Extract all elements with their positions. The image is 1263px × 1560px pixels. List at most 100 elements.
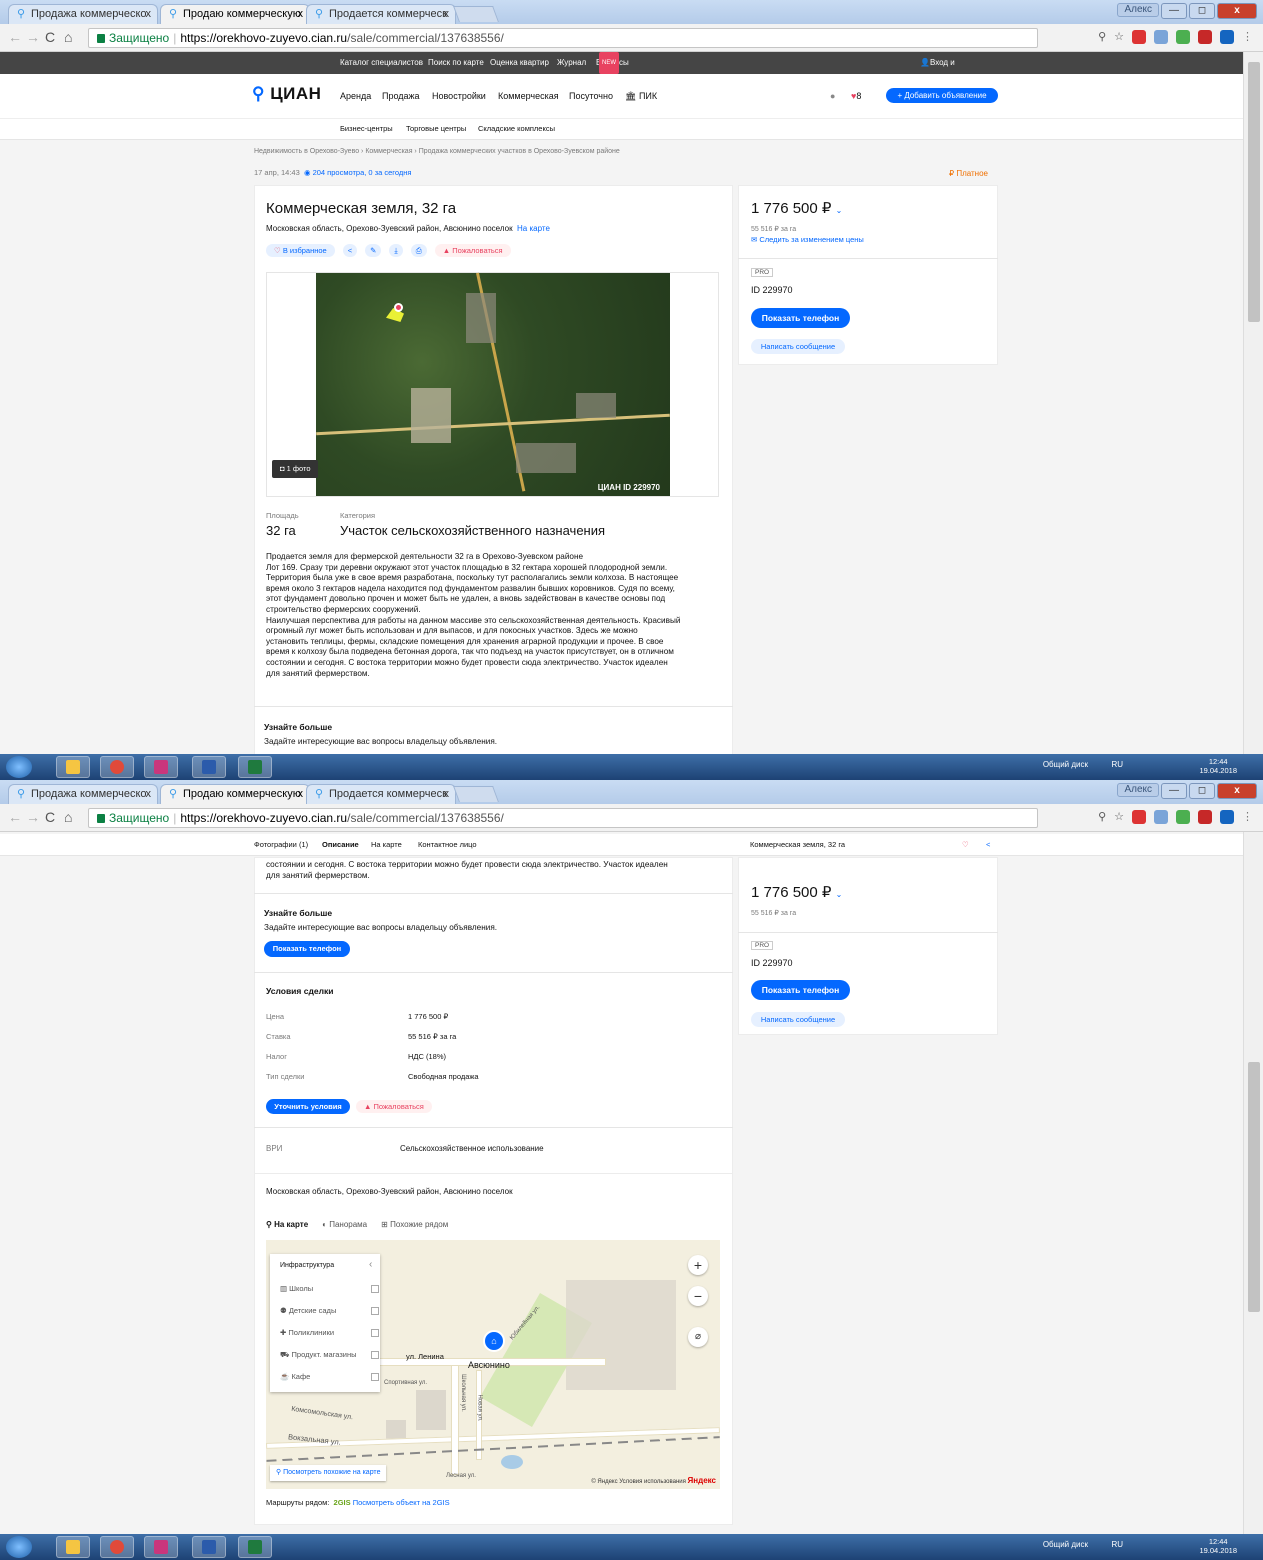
new-tab-button[interactable] [453,6,499,22]
close-window-button[interactable]: x [1217,3,1257,19]
subnav-malls[interactable]: Торговые центры [406,124,466,133]
link-valuation[interactable]: Оценка квартир [490,52,549,74]
close-tab-icon[interactable]: x [146,5,152,23]
browser-tab-2[interactable]: ⚲ Продаю коммерческую x [160,4,310,24]
extension-icon[interactable] [1176,810,1190,824]
extension-icon[interactable] [1220,30,1234,44]
infra-shops-checkbox[interactable] [371,1351,379,1359]
close-window-button[interactable]: x [1217,783,1257,799]
share-icon[interactable]: < [986,840,990,849]
browser-tab-3[interactable]: ⚲ Продается коммерческ x [306,4,456,24]
cian-logo[interactable]: ⚲ ЦИАН [252,84,321,104]
maximize-button[interactable]: ◻ [1189,3,1215,19]
zoom-icon[interactable]: ⚲ [1098,810,1106,824]
print-icon[interactable]: ⎙ [410,244,427,257]
map-tab-panorama[interactable]: ◐ Панорама [322,1220,367,1229]
browser-tab-2[interactable]: ⚲ Продаю коммерческую x [160,784,310,804]
zoom-icon[interactable]: ⚲ [1098,30,1106,44]
on-map-link[interactable]: На карте [517,224,550,233]
complain-button[interactable]: ▲ Пожаловаться [356,1100,432,1113]
extension-icon[interactable] [1220,810,1234,824]
forward-icon[interactable]: → [26,29,40,45]
nav-newbuild[interactable]: Новостройки [432,91,486,101]
reload-icon[interactable]: C [45,29,55,45]
map-tab-similar[interactable]: ⊞ Похожие рядом [381,1220,448,1229]
back-icon[interactable]: ← [8,29,22,45]
close-tab-icon[interactable]: x [298,5,304,23]
infra-shops[interactable]: ⛟ Продукт. магазины [280,1350,357,1360]
page-scrollbar[interactable] [1243,52,1263,755]
extension-icon[interactable] [1132,30,1146,44]
infra-clinics-checkbox[interactable] [371,1329,379,1337]
url-input[interactable]: Защищено | https://orekhovo-zuyevo.cian.ru… [88,28,1038,48]
infra-kindergartens[interactable]: ⚉ Детские сады [280,1306,336,1315]
zoom-out-button[interactable]: − [688,1286,708,1306]
star-icon[interactable]: ☆ [1114,30,1124,44]
clarify-terms-button[interactable]: Уточнить условия [266,1099,350,1114]
ruler-icon[interactable]: ⌀ [688,1327,708,1347]
subnav-warehouses[interactable]: Складские комплексы [478,124,555,133]
menu-icon[interactable]: ⋮ [1242,30,1253,44]
extension-icon[interactable] [1198,810,1212,824]
breadcrumb[interactable]: Недвижимость в Орехово-Зуево › Коммерчес… [254,148,620,155]
drive-label[interactable]: Общий диск [1043,760,1088,769]
anchor-photos[interactable]: Фотографии (1) [254,840,308,849]
listing-marker-icon[interactable]: ⌂ [483,1330,505,1352]
infra-kindergartens-checkbox[interactable] [371,1307,379,1315]
follow-price-link[interactable]: ✉ Следить за изменением цены [751,235,864,244]
chrome-taskbar-button[interactable] [100,1536,134,1558]
browser-tab-1[interactable]: ⚲ Продажа коммерческо x [8,784,158,804]
language-indicator[interactable]: RU [1111,760,1123,769]
login-link[interactable]: 👤 Вход и регистрация [920,52,976,89]
close-tab-icon[interactable]: x [146,785,152,803]
app-taskbar-button[interactable] [144,756,178,778]
infra-cafes-checkbox[interactable] [371,1373,379,1381]
link-map-search[interactable]: Поиск по карте [428,52,484,74]
back-icon[interactable]: ← [8,809,22,825]
close-tab-icon[interactable]: x [444,785,450,803]
link-specialists[interactable]: Каталог специалистов [340,52,423,74]
window-user[interactable]: Алекс [1117,3,1159,17]
close-tab-icon[interactable]: x [444,5,450,23]
home-icon[interactable]: ⌂ [64,29,72,45]
map-copyright[interactable]: © Яндекс Условия использования Яндекс [591,1476,716,1485]
language-indicator[interactable]: RU [1111,1540,1123,1549]
extension-icon[interactable] [1176,30,1190,44]
download-icon[interactable]: ⤓ [389,244,403,257]
zoom-in-button[interactable]: + [688,1255,708,1275]
word-taskbar-button[interactable] [192,756,226,778]
favorites-counter[interactable]: ♥8 [851,91,861,101]
app-taskbar-button[interactable] [144,1536,178,1558]
nav-commercial[interactable]: Коммерческая [498,91,559,101]
new-tab-button[interactable] [453,786,499,802]
system-clock[interactable]: 12:44 19.04.2018 [1199,1537,1237,1555]
page-scrollbar[interactable] [1243,832,1263,1534]
extension-icon[interactable] [1198,30,1212,44]
infra-schools[interactable]: ▥ Школы [280,1284,313,1293]
explorer-taskbar-button[interactable] [56,756,90,778]
nav-sale[interactable]: Продажа [382,91,420,101]
show-phone-button[interactable]: Показать телефон [751,980,850,1000]
anchor-contact[interactable]: Контактное лицо [418,840,477,849]
show-phone-button[interactable]: Показать телефон [264,941,350,957]
start-button[interactable] [6,1536,32,1558]
map-tab-map[interactable]: ⚲ На карте [266,1220,308,1229]
extension-icon[interactable] [1154,30,1168,44]
collapse-icon[interactable]: ‹ [369,1259,372,1270]
extension-icon[interactable] [1132,810,1146,824]
listing-photo[interactable]: ЦИАН ID 229970 [316,272,670,496]
excel-taskbar-button[interactable] [238,1536,272,1558]
url-input[interactable]: Защищено | https://orekhovo-zuyevo.cian.ru… [88,808,1038,828]
chevron-down-icon[interactable]: ⌄ [836,206,843,215]
edit-icon[interactable]: ✎ [365,244,382,257]
link-journal[interactable]: Журнал [557,52,586,74]
infra-schools-checkbox[interactable] [371,1285,379,1293]
extension-icon[interactable] [1154,810,1168,824]
menu-icon[interactable]: ⋮ [1242,810,1253,824]
anchor-description[interactable]: Описание [322,840,359,849]
system-clock[interactable]: 12:44 19.04.2018 [1199,757,1237,775]
nav-rent[interactable]: Аренда [340,91,371,101]
browser-tab-1[interactable]: ⚲ Продажа коммерческо x [8,4,158,24]
drive-label[interactable]: Общий диск [1043,1540,1088,1549]
forward-icon[interactable]: → [26,809,40,825]
